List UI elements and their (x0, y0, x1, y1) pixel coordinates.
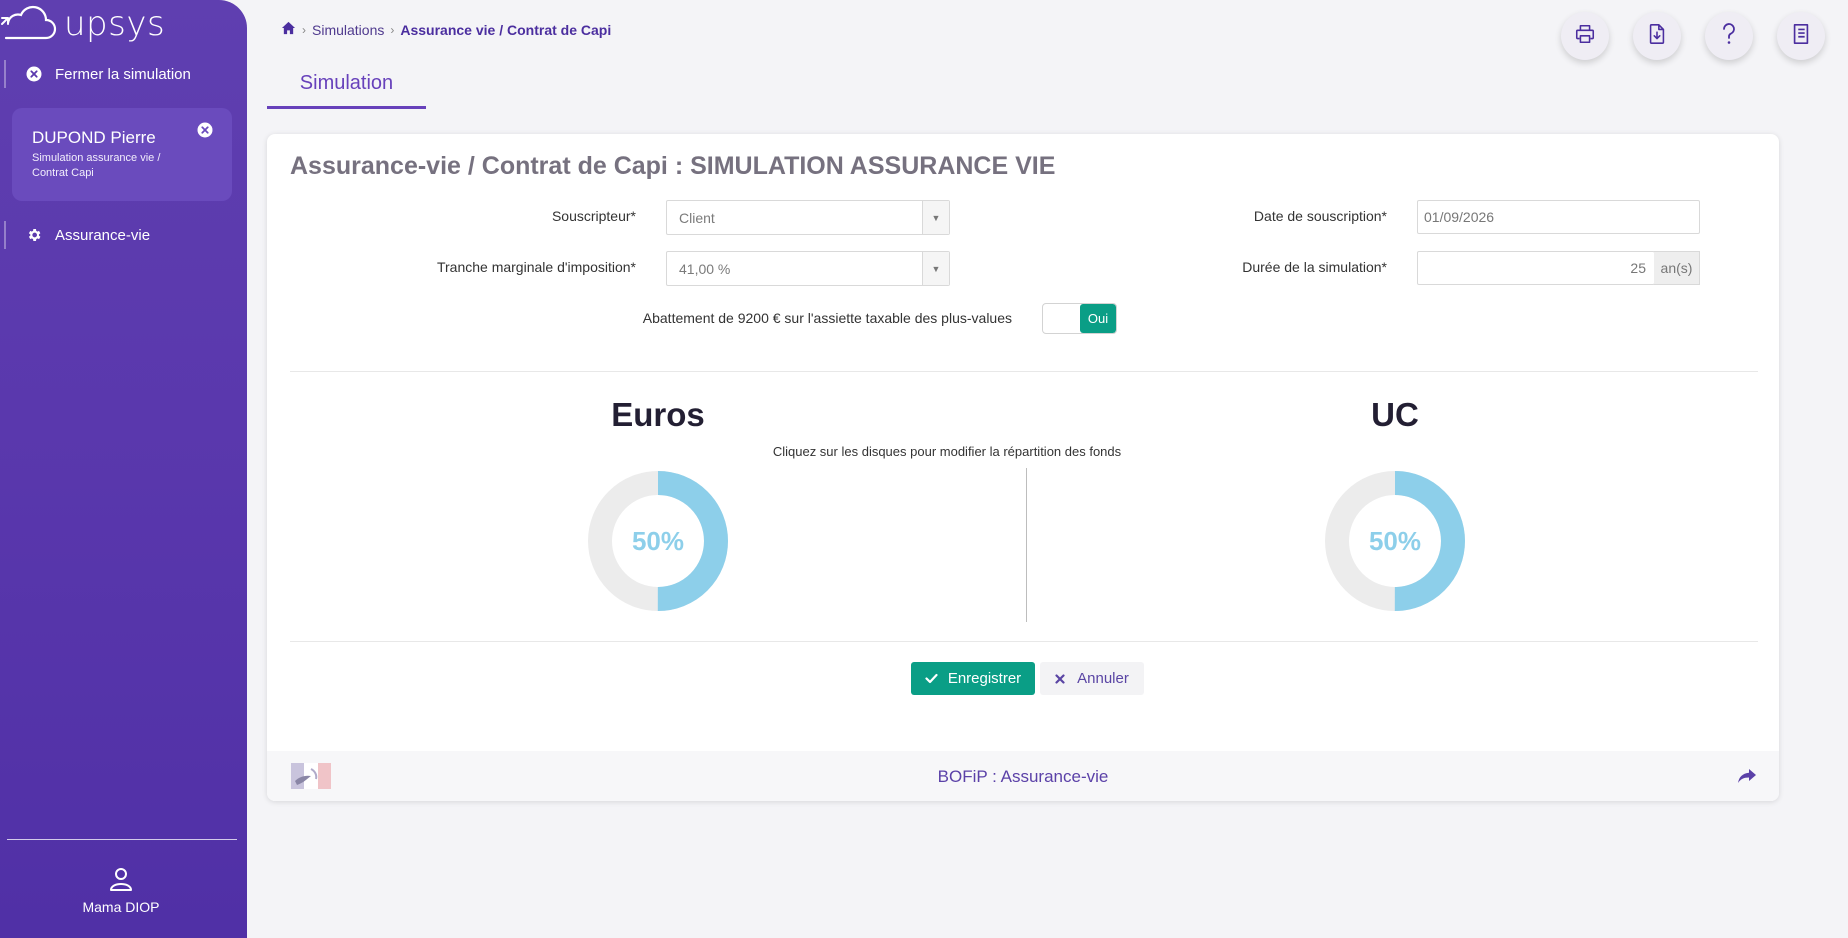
help-button[interactable] (1705, 12, 1753, 60)
close-circle-icon (26, 66, 42, 82)
euros-title: Euros (611, 396, 705, 433)
chevron-down-icon: ▼ (922, 201, 949, 234)
duree-simulation-input[interactable] (1417, 251, 1655, 285)
share-arrow-icon[interactable] (1737, 767, 1757, 785)
sidebar-item-marker (4, 221, 6, 249)
euros-percent: 50% (632, 526, 684, 556)
breadcrumb-simulations[interactable]: Simulations (312, 22, 384, 38)
souscripteur-value: Client (679, 210, 715, 226)
help-icon (1718, 22, 1740, 51)
duree-simulation-label: Durée de la simulation* (1242, 259, 1387, 275)
souscripteur-label: Souscripteur* (551, 208, 636, 224)
chevron-down-icon: ▼ (922, 252, 949, 285)
sidebar-item-label: Assurance-vie (55, 226, 151, 244)
user-profile[interactable]: Mama DIOP (0, 866, 242, 915)
breadcrumb-separator: › (302, 22, 306, 37)
section-divider (290, 641, 1758, 642)
uc-title: UC (1371, 396, 1419, 433)
breadcrumb-separator: › (390, 22, 395, 37)
simulation-card: Assurance-vie / Contrat de Capi : SIMULA… (267, 134, 1779, 801)
check-icon (925, 673, 938, 684)
bofip-link[interactable]: BOFiP : Assurance-vie (267, 767, 1779, 787)
uc-percent: 50% (1369, 526, 1421, 556)
cloud-logo-icon (1, 5, 57, 40)
client-subtitle: Simulation assurance vie / Contrat Capi (32, 152, 161, 179)
sidebar-item-assurance-vie[interactable]: Assurance-vie (0, 215, 247, 255)
close-icon (1055, 673, 1065, 684)
close-client-icon[interactable] (197, 122, 213, 138)
breadcrumb: › Simulations › Assurance vie / Contrat … (281, 21, 611, 38)
sidebar-item-marker (4, 60, 6, 88)
tmi-label: Tranche marginale d'imposition* (436, 259, 636, 275)
brand-name: upsys (64, 4, 166, 44)
date-souscription-input[interactable] (1417, 200, 1700, 234)
notebook-icon (1790, 23, 1812, 50)
tmi-value: 41,00 % (679, 261, 731, 277)
download-button[interactable] (1633, 12, 1681, 60)
cancel-button[interactable]: Annuler (1040, 662, 1144, 695)
close-simulation-label: Fermer la simulation (55, 65, 191, 83)
download-icon (1646, 23, 1668, 50)
page-title: Assurance-vie / Contrat de Capi : SIMULA… (290, 152, 1056, 180)
client-name: DUPOND Pierre (32, 128, 156, 147)
section-divider (290, 371, 1758, 372)
sidebar-divider (7, 839, 237, 840)
tab-simulation[interactable]: Simulation (267, 72, 426, 109)
toggle-on-label: Oui (1080, 304, 1116, 333)
client-card[interactable]: DUPOND Pierre Simulation assurance vie /… (12, 108, 232, 201)
card-footer: BOFiP : Assurance-vie (267, 751, 1779, 801)
user-name: Mama DIOP (82, 899, 160, 915)
abattement-toggle[interactable]: Oui (1042, 303, 1117, 334)
user-icon (108, 868, 134, 896)
print-button[interactable] (1561, 12, 1609, 60)
print-icon (1574, 23, 1596, 50)
close-simulation-button[interactable]: Fermer la simulation (0, 54, 247, 94)
vertical-divider (1026, 468, 1027, 622)
tab-active-indicator (267, 106, 426, 109)
abattement-label: Abattement de 9200 € sur l'assiette taxa… (642, 310, 1012, 326)
notebook-button[interactable] (1777, 12, 1825, 60)
tab-label: Simulation (299, 72, 394, 94)
euros-donut[interactable]: 50% (588, 471, 728, 611)
duree-unit: an(s) (1654, 251, 1700, 285)
cancel-label: Annuler (1077, 670, 1129, 687)
save-label: Enregistrer (947, 670, 1022, 687)
souscripteur-select[interactable]: Client ▼ (666, 200, 950, 235)
tmi-select[interactable]: 41,00 % ▼ (666, 251, 950, 286)
gear-icon (26, 227, 42, 243)
save-button[interactable]: Enregistrer (911, 662, 1035, 695)
date-souscription-label: Date de souscription* (1253, 208, 1387, 224)
breadcrumb-current: Assurance vie / Contrat de Capi (400, 21, 612, 38)
home-icon[interactable] (281, 21, 296, 38)
sidebar: upsys Fermer la simulation DUPOND Pierre… (0, 0, 247, 938)
brand-logo[interactable]: upsys (0, 2, 165, 46)
allocation-instructions: Cliquez sur les disques pour modifier la… (772, 444, 1122, 459)
uc-donut[interactable]: 50% (1325, 471, 1465, 611)
